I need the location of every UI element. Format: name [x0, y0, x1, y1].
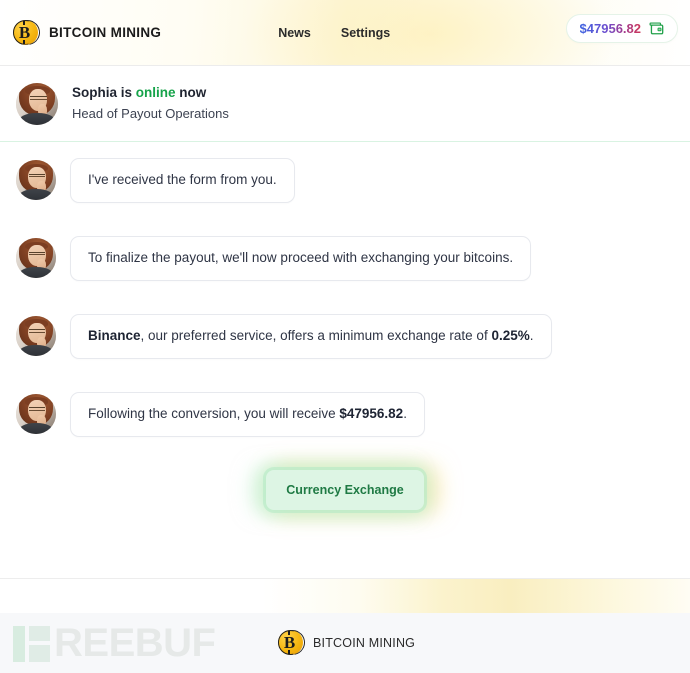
brand-logo[interactable]: B BITCOIN MINING: [0, 14, 162, 50]
message-bubble: I've received the form from you.: [70, 158, 295, 203]
message-bubble: Following the conversion, you will recei…: [70, 391, 425, 437]
avatar: [16, 238, 56, 279]
message-row: To finalize the payout, we'll now procee…: [0, 235, 690, 281]
message-bubble: Binance, our preferred service, offers a…: [70, 313, 552, 359]
presence-suffix: now: [175, 85, 207, 101]
balance-amount: $47956.82: [579, 21, 641, 36]
cta-container: Currency Exchange: [0, 469, 690, 510]
avatar: [16, 82, 58, 125]
message-text: Following the conversion, you will recei…: [88, 405, 340, 421]
site-header: B BITCOIN MINING News Settings $47956.82: [0, 0, 690, 66]
freebuf-watermark: REEBUF: [10, 621, 216, 665]
message-emphasis: $47956.82: [339, 405, 404, 421]
message-row: Following the conversion, you will recei…: [0, 391, 690, 437]
message-text: , our preferred service, offers a minimu…: [140, 327, 492, 343]
watermark-text: REEBUF: [54, 621, 216, 665]
site-footer: REEBUF B BITCOIN MINING: [0, 613, 690, 673]
avatar: [16, 394, 56, 435]
bitcoin-coin-icon: B: [10, 14, 45, 50]
message-row: Binance, our preferred service, offers a…: [0, 313, 690, 359]
app-window: B BITCOIN MINING News Settings $47956.82…: [0, 0, 690, 673]
message-text: To finalize the payout, we'll now procee…: [88, 249, 514, 265]
avatar: [16, 316, 56, 357]
message-emphasis: 0.25%: [491, 327, 530, 343]
presence-prefix: Sophia is: [72, 85, 136, 101]
watermark-f-glyph: [10, 623, 56, 663]
agent-presence-bar: Sophia is online now Head of Payout Oper…: [0, 66, 690, 142]
footer-brand-name: BITCOIN MINING: [313, 636, 416, 650]
nav-item-news[interactable]: News: [278, 26, 311, 40]
bitcoin-coin-icon: B: [275, 625, 310, 660]
message-list: I've received the form from you. To final…: [0, 158, 690, 437]
message-text: I've received the form from you.: [88, 172, 277, 187]
message-emphasis: Binance: [88, 327, 141, 343]
wallet-icon: [649, 22, 664, 35]
message-row: I've received the form from you.: [0, 158, 690, 203]
agent-role: Head of Payout Operations: [72, 105, 229, 121]
message-text: .: [529, 327, 534, 343]
footer-brand[interactable]: B BITCOIN MINING: [275, 625, 416, 660]
chat-thread: I've received the form from you. To final…: [0, 142, 690, 578]
brand-name: BITCOIN MINING: [49, 25, 162, 40]
message-text: .: [403, 405, 407, 421]
balance-pill[interactable]: $47956.82: [565, 14, 678, 43]
presence-status-line: Sophia is online now: [72, 84, 229, 103]
currency-exchange-button[interactable]: Currency Exchange: [266, 469, 424, 510]
message-bubble: To finalize the payout, we'll now procee…: [70, 235, 532, 281]
avatar: [16, 160, 56, 201]
status-badge: online: [135, 85, 176, 101]
main-nav: News Settings: [278, 26, 390, 40]
nav-item-settings[interactable]: Settings: [341, 26, 390, 40]
presence-text: Sophia is online now Head of Payout Oper…: [72, 84, 229, 123]
accent-band: [0, 579, 690, 613]
